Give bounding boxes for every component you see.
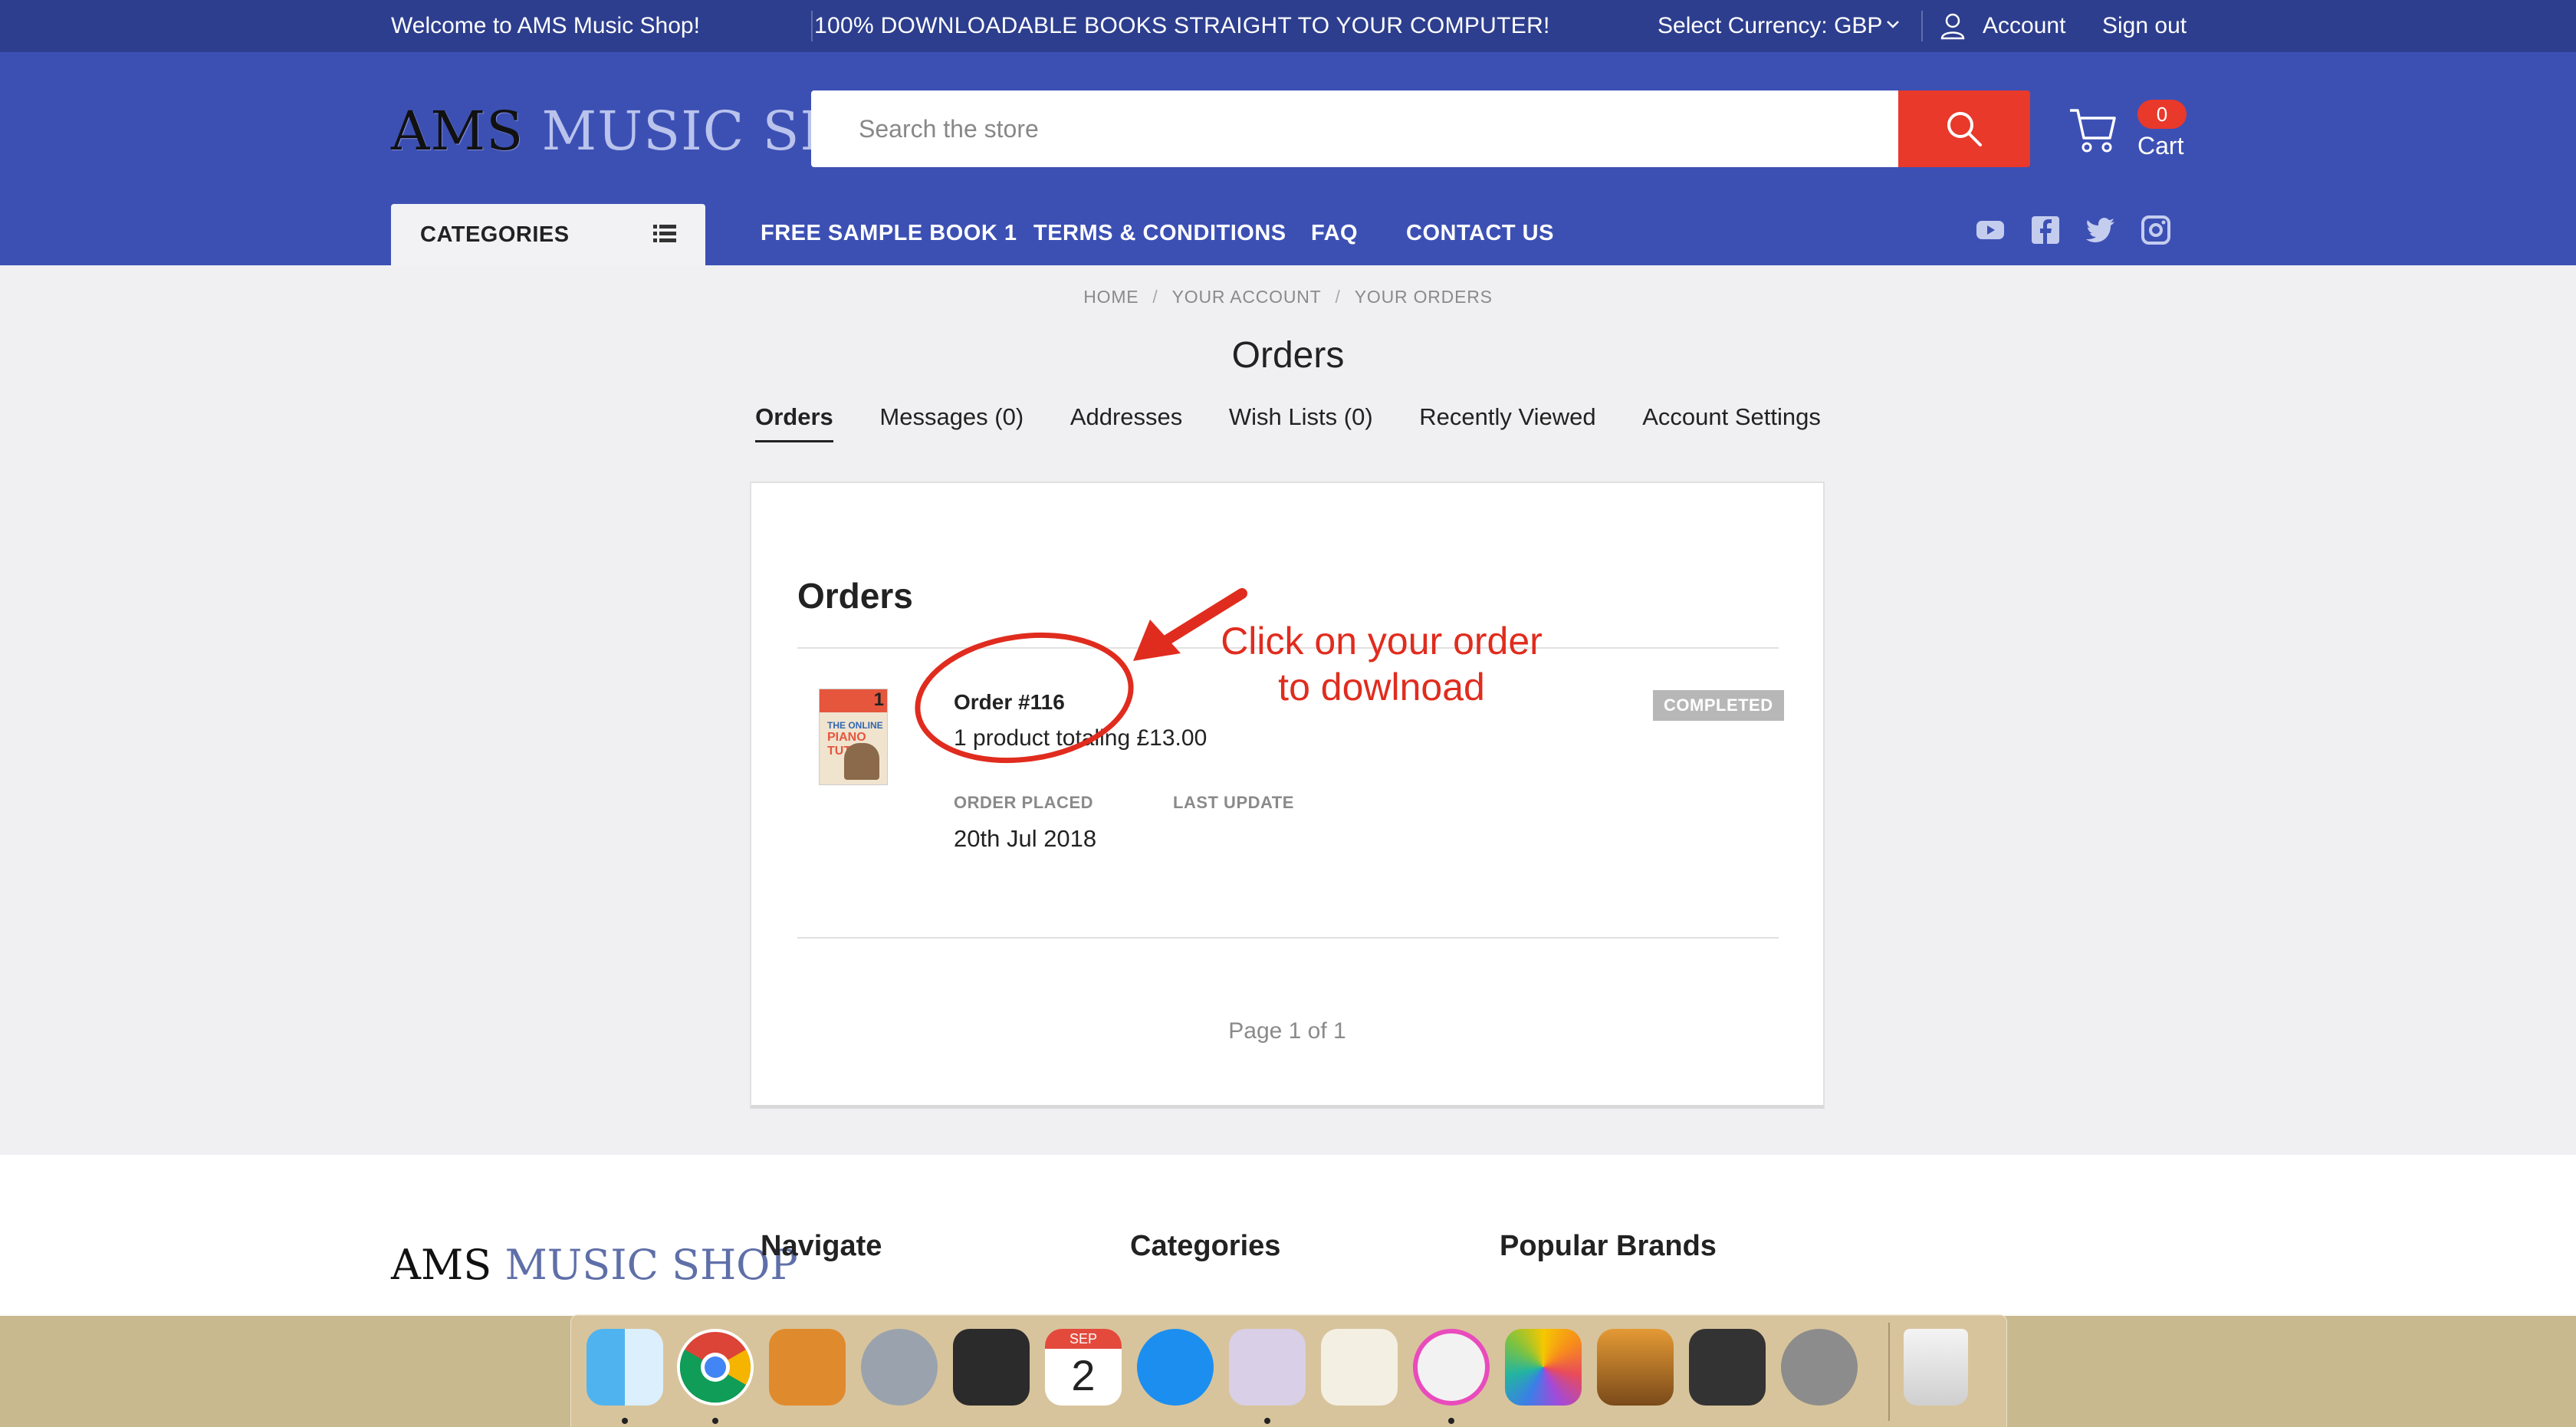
page-content: HOME / YOUR ACCOUNT / YOUR ORDERS Orders Ord… (0, 265, 2576, 1155)
search-input[interactable] (811, 90, 1898, 167)
last-update-label: LAST UPDATE (1173, 793, 1294, 812)
product-thumbnail[interactable]: 1 THE ONLINE PIANO TUTOR (819, 689, 888, 785)
thumbnail-illustration (844, 743, 879, 780)
site-footer: AMS MUSIC SHOP Navigate Categories Popul… (0, 1155, 2576, 1316)
breadcrumb-your-account[interactable]: YOUR ACCOUNT (1172, 287, 1322, 307)
motion-icon[interactable] (1689, 1329, 1766, 1406)
tab-wish-lists[interactable]: Wish Lists (0) (1229, 403, 1373, 440)
categories-label: CATEGORIES (420, 222, 570, 247)
order-placed-label: ORDER PLACED (954, 793, 1094, 812)
breadcrumb-separator: / (1152, 287, 1158, 307)
annotation-line2: to dowlnoad (1278, 666, 1485, 709)
twitter-icon[interactable] (2085, 215, 2116, 245)
calculator-icon[interactable] (769, 1329, 846, 1406)
footer-logo-ams: AMS (391, 1241, 492, 1289)
user-icon[interactable] (1940, 12, 1966, 40)
chevron-down-icon[interactable] (1884, 15, 1901, 32)
tab-messages[interactable]: Messages (0) (879, 403, 1024, 440)
divider (811, 11, 813, 41)
cart-icon[interactable] (2068, 104, 2119, 155)
chrome-icon[interactable] (677, 1329, 754, 1406)
pages-icon[interactable] (1321, 1329, 1398, 1406)
account-link[interactable]: Account (1983, 13, 2065, 39)
site-header: AMS MUSIC SHOP 0 Cart CATEGORIES FREE SA… (0, 52, 2576, 265)
thumbnail-title-line1: THE ONLINE (827, 720, 883, 731)
status-badge: COMPLETED (1653, 690, 1784, 721)
dock-divider (1888, 1323, 1890, 1421)
running-indicator (1264, 1418, 1270, 1424)
order-placed-date: 20th Jul 2018 (954, 825, 1097, 852)
annotation-line1: Click on your order (1221, 620, 1543, 663)
tab-addresses[interactable]: Addresses (1070, 403, 1182, 440)
launchpad-icon[interactable] (861, 1329, 938, 1406)
breadcrumb-your-orders: YOUR ORDERS (1354, 287, 1493, 307)
order-number-link[interactable]: Order #116 (954, 690, 1065, 715)
tab-orders[interactable]: Orders (755, 403, 833, 442)
macos-dock: SEP 2 (570, 1314, 2007, 1427)
nav-terms-conditions[interactable]: TERMS & CONDITIONS (1033, 221, 1286, 246)
breadcrumb-separator: / (1335, 287, 1341, 307)
final-cut-icon[interactable] (953, 1329, 1030, 1406)
nav-faq[interactable]: FAQ (1311, 221, 1358, 246)
annotation-text: Click on your order to dowlnoad (1213, 618, 1550, 710)
footer-logo[interactable]: AMS MUSIC SHOP (391, 1241, 798, 1289)
system-preferences-icon[interactable] (1781, 1329, 1858, 1406)
music-notation-icon[interactable] (1229, 1329, 1306, 1406)
breadcrumb: HOME / YOUR ACCOUNT / YOUR ORDERS (0, 287, 2576, 307)
account-tabs: Orders Messages (0) Addresses Wish Lists… (0, 403, 2576, 442)
orders-heading: Orders (797, 576, 913, 616)
calendar-icon[interactable]: SEP 2 (1045, 1329, 1122, 1406)
welcome-text: Welcome to AMS Music Shop! (391, 13, 700, 38)
nav-contact-us[interactable]: CONTACT US (1406, 221, 1554, 246)
chrome-logo (679, 1332, 751, 1403)
currency-selector[interactable]: Select Currency: GBP (1658, 13, 1882, 39)
breadcrumb-home[interactable]: HOME (1083, 287, 1138, 307)
pagination-info: Page 1 of 1 (1228, 1018, 1346, 1044)
list-menu-icon (653, 225, 676, 242)
running-indicator (1448, 1418, 1454, 1424)
divider (797, 937, 1779, 939)
categories-button[interactable]: CATEGORIES (391, 204, 705, 265)
tab-account-settings[interactable]: Account Settings (1642, 403, 1821, 440)
calendar-day: 2 (1071, 1351, 1096, 1399)
logo-ams: AMS (391, 100, 524, 163)
tab-recently-viewed[interactable]: Recently Viewed (1419, 403, 1595, 440)
app-store-icon[interactable] (1137, 1329, 1214, 1406)
running-indicator (712, 1418, 718, 1424)
instagram-icon[interactable] (2141, 215, 2171, 245)
search-button[interactable] (1898, 90, 2030, 167)
cart-link[interactable]: Cart (2137, 132, 2183, 160)
footer-heading-popular-brands: Popular Brands (1500, 1230, 1717, 1262)
youtube-icon[interactable] (1975, 215, 2006, 245)
footer-heading-navigate: Navigate (761, 1230, 882, 1262)
top-bar: Welcome to AMS Music Shop! 100% DOWNLOAD… (0, 0, 2576, 52)
running-indicator (622, 1418, 628, 1424)
itunes-icon[interactable] (1413, 1329, 1490, 1406)
order-summary: 1 product totaling £13.00 (954, 725, 1208, 751)
preview-icon[interactable] (1597, 1329, 1674, 1406)
cart-count-badge[interactable]: 0 (2137, 100, 2187, 129)
finder-icon[interactable] (586, 1329, 663, 1406)
photos-icon[interactable] (1505, 1329, 1582, 1406)
facebook-icon[interactable] (2030, 215, 2061, 245)
divider (1921, 11, 1923, 41)
search-icon (1947, 112, 1982, 146)
sign-out-link[interactable]: Sign out (2102, 13, 2187, 39)
nav-free-sample-book[interactable]: FREE SAMPLE BOOK 1 (761, 221, 1017, 246)
footer-logo-music-shop: MUSIC SHOP (504, 1241, 798, 1289)
thumbnail-number: 1 (873, 689, 884, 710)
page-title: Orders (1231, 335, 1345, 376)
calendar-month: SEP (1045, 1329, 1122, 1349)
orders-card: Orders 1 THE ONLINE PIANO TUTOR Order #1… (750, 482, 1825, 1109)
trash-icon[interactable] (1904, 1329, 1968, 1406)
footer-heading-categories: Categories (1130, 1230, 1281, 1262)
promo-text: 100% DOWNLOADABLE BOOKS STRAIGHT TO YOUR… (814, 13, 1550, 38)
